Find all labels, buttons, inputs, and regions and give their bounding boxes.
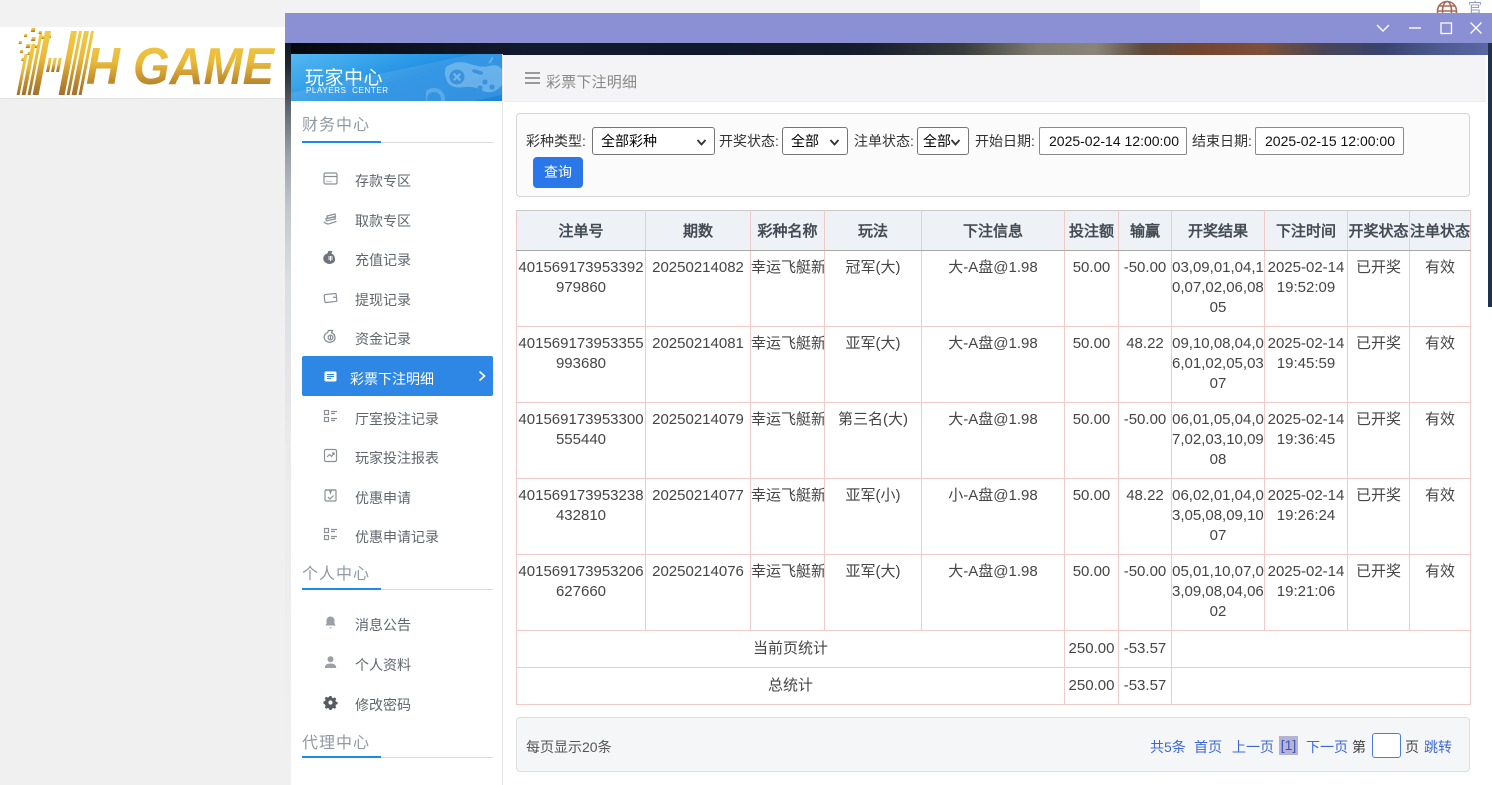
svg-text:H GAME: H GAME (86, 38, 275, 96)
